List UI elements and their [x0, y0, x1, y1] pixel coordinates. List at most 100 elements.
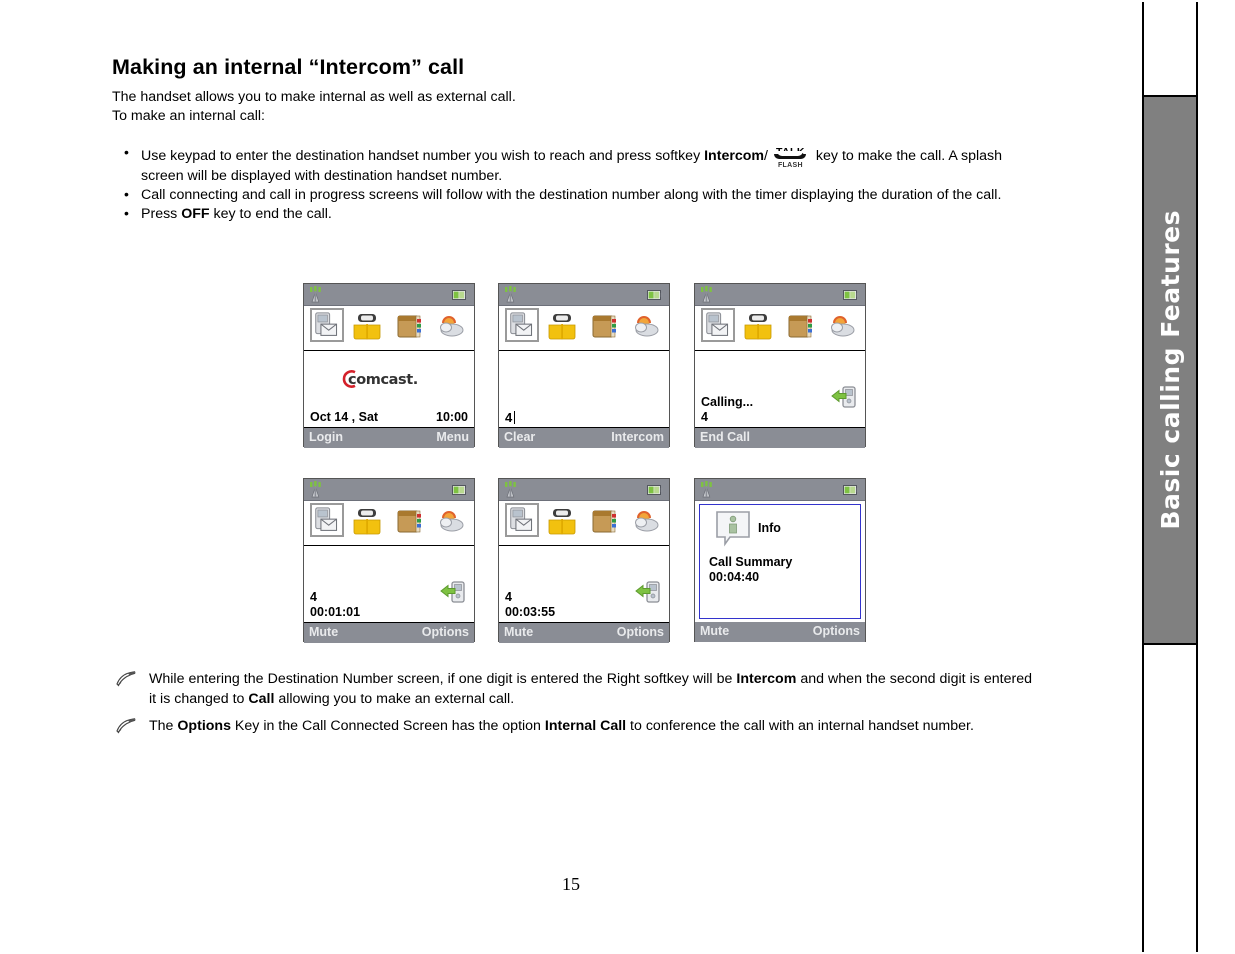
voicemail-icon[interactable]: [310, 503, 344, 537]
note-1-s1: While entering the Destination Number sc…: [149, 671, 737, 687]
status-bar: [695, 479, 865, 501]
battery-icon: [647, 485, 664, 495]
antenna-icon: [310, 286, 321, 303]
addressbook-icon[interactable]: [394, 312, 424, 342]
bullet-1-text-a: Use keypad to enter the destination hand…: [141, 148, 705, 164]
outgoing-call-icon: [635, 581, 660, 603]
softkey-left-mute[interactable]: Mute: [504, 625, 533, 639]
addressbook-icon[interactable]: [589, 312, 619, 342]
addressbook-icon[interactable]: [394, 507, 424, 537]
intro-line-1: The handset allows you to make internal …: [112, 89, 516, 105]
info-dialog: Info Call Summary 00:04:40: [699, 504, 861, 619]
addressbook-icon[interactable]: [589, 507, 619, 537]
softkey-right-intercom[interactable]: Intercom: [611, 430, 664, 444]
call-status-text: 4 00:03:55: [505, 590, 555, 620]
phonebook-icon[interactable]: [547, 507, 577, 537]
outgoing-call-icon: [440, 581, 465, 603]
status-bar: [304, 479, 474, 501]
pencil-icon: [116, 718, 136, 734]
flash-label: FLASH: [777, 162, 803, 169]
battery-icon: [843, 290, 860, 300]
screen-body: Info Call Summary 00:04:40: [695, 501, 865, 622]
date-time-row: Oct 14 , Sat 10:00: [310, 410, 468, 424]
softkey-left-mute[interactable]: Mute: [700, 624, 729, 638]
voicemail-icon[interactable]: [701, 308, 735, 342]
battery-icon: [843, 485, 860, 495]
phonebook-icon[interactable]: [352, 312, 382, 342]
bullet-3-text-a: Press: [141, 206, 182, 222]
softkey-bar: Clear Intercom: [499, 428, 669, 448]
phone-screen-call-summary: Info Call Summary 00:04:40 Mute Options: [694, 478, 866, 642]
call-timer: 00:03:55: [505, 605, 556, 619]
bullet-1-bold-intercom: Intercom: [704, 148, 765, 164]
date-label: Oct 14 , Sat: [310, 410, 379, 424]
antenna-icon: [310, 481, 321, 498]
instruction-list: Use keypad to enter the destination hand…: [112, 143, 1032, 224]
weather-icon[interactable]: [436, 312, 466, 342]
note-2-s2: Key in the Call Connected Screen has the…: [230, 718, 545, 734]
app-icon-row: [499, 501, 669, 546]
list-item: Press OFF key to end the call.: [112, 204, 1032, 224]
note-text: The Options Key in the Call Connected Sc…: [149, 717, 1032, 737]
antenna-icon: [701, 481, 712, 498]
softkey-right-options[interactable]: Options: [617, 625, 664, 639]
outgoing-call-icon: [831, 386, 856, 408]
softkey-right-options[interactable]: Options: [422, 625, 469, 639]
softkey-right-menu[interactable]: Menu: [436, 430, 469, 444]
call-status-text: Calling... 4: [701, 395, 753, 425]
softkey-left-mute[interactable]: Mute: [309, 625, 338, 639]
addressbook-icon[interactable]: [785, 312, 815, 342]
notes-section: While entering the Destination Number sc…: [112, 670, 1032, 745]
voicemail-icon[interactable]: [505, 308, 539, 342]
softkey-left-login[interactable]: Login: [309, 430, 343, 444]
phone-screen-call-progress-2: 4 00:03:55 Mute Options: [498, 478, 670, 643]
call-timer: 00:01:01: [310, 605, 361, 619]
app-icon-row: [499, 306, 669, 351]
phonebook-icon[interactable]: [352, 507, 382, 537]
softkey-bar: Login Menu: [304, 428, 474, 448]
status-bar: [499, 479, 669, 501]
info-icon: [716, 511, 750, 547]
bullet-1-slash: /: [764, 148, 768, 164]
bullet-3-bold-off: OFF: [181, 206, 210, 222]
phonebook-icon[interactable]: [743, 312, 773, 342]
note-2-b2: Internal Call: [544, 718, 627, 734]
softkey-left-end-call[interactable]: End Call: [700, 430, 750, 444]
phonebook-icon[interactable]: [547, 312, 577, 342]
screen-body: 4 00:03:55: [499, 546, 669, 623]
dialed-number-field[interactable]: 4: [505, 410, 516, 425]
note-item: While entering the Destination Number sc…: [112, 670, 1032, 709]
phone-screen-idle-splash: comcast. Oct 14 , Sat 10:00 Login Menu: [303, 283, 475, 448]
status-bar: [695, 284, 865, 306]
pencil-icon: [116, 671, 136, 687]
intro-line-2: To make an internal call:: [112, 108, 265, 124]
call-status-text: 4 00:01:01: [310, 590, 360, 620]
info-dialog-title: Info: [758, 521, 781, 535]
screen-body: 4 00:01:01: [304, 546, 474, 623]
app-icon-row: [304, 501, 474, 546]
weather-icon[interactable]: [631, 507, 661, 537]
softkey-left-clear[interactable]: Clear: [504, 430, 535, 444]
softkey-bar: End Call: [695, 428, 865, 448]
comcast-logo: comcast.: [304, 369, 474, 394]
weather-icon[interactable]: [827, 312, 857, 342]
app-icon-row: [304, 306, 474, 351]
phone-screen-destination-entry: 4 Clear Intercom: [498, 283, 670, 448]
note-2-b1: Options: [177, 718, 231, 734]
voicemail-icon[interactable]: [505, 503, 539, 537]
call-summary-duration: 00:04:40: [709, 570, 760, 584]
side-tab-label: Basic calling Features: [1155, 210, 1185, 530]
call-number: 4: [310, 590, 317, 604]
list-item: Use keypad to enter the destination hand…: [112, 143, 1032, 186]
softkey-bar: Mute Options: [499, 623, 669, 643]
softkey-bar: Mute Options: [304, 623, 474, 643]
bullet-2-text: Call connecting and call in progress scr…: [141, 187, 1002, 203]
weather-icon[interactable]: [631, 312, 661, 342]
bullet-3-text-b: key to end the call.: [209, 206, 332, 222]
weather-icon[interactable]: [436, 507, 466, 537]
voicemail-icon[interactable]: [310, 308, 344, 342]
note-2-s1: The: [149, 718, 178, 734]
softkey-right-options[interactable]: Options: [813, 624, 860, 638]
battery-icon: [452, 290, 469, 300]
battery-icon: [452, 485, 469, 495]
